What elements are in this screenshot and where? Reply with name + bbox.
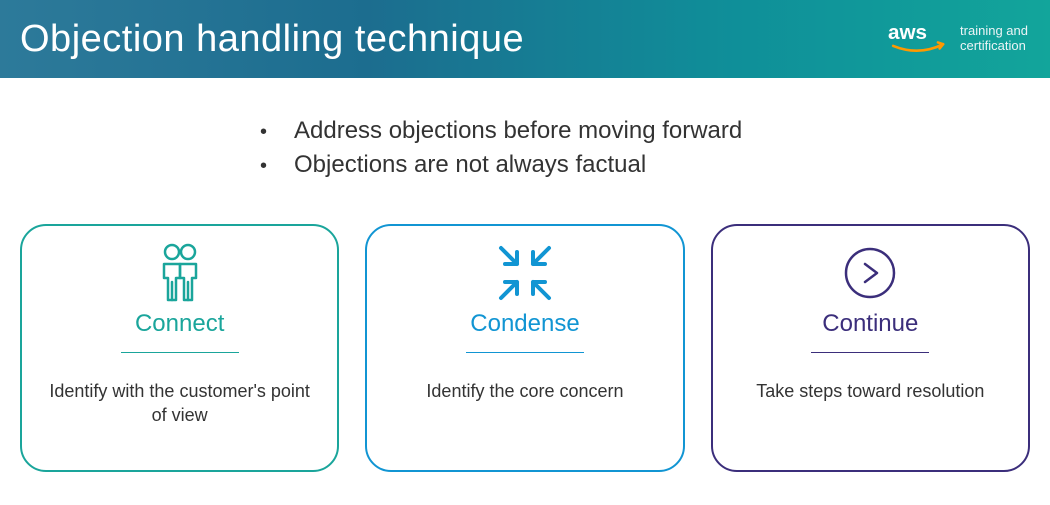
card-connect: Connect Identify with the customer's poi… — [20, 224, 339, 472]
bullet-item: Objections are not always factual — [260, 148, 1050, 182]
brand-line1: training and — [960, 24, 1028, 39]
svg-text:aws: aws — [888, 21, 927, 44]
aws-brand: aws training and certification — [888, 20, 1028, 58]
card-underline — [466, 352, 584, 353]
continue-circle-icon — [839, 242, 901, 304]
arrows-in-icon — [487, 242, 563, 304]
slide-header: Objection handling technique aws trainin… — [0, 0, 1050, 78]
brand-subtext: training and certification — [960, 24, 1028, 54]
slide-title: Objection handling technique — [20, 18, 524, 61]
card-continue-desc: Take steps toward resolution — [756, 379, 984, 403]
bullet-item: Address objections before moving forward — [260, 114, 1050, 148]
card-condense-desc: Identify the core concern — [426, 379, 623, 403]
people-pair-icon — [152, 242, 208, 304]
cards-row: Connect Identify with the customer's poi… — [0, 182, 1050, 472]
card-condense: Condense Identify the core concern — [365, 224, 684, 472]
bullet-list: Address objections before moving forward… — [260, 114, 1050, 182]
card-condense-title: Condense — [470, 310, 579, 338]
card-continue: Continue Take steps toward resolution — [711, 224, 1030, 472]
aws-logo-icon: aws — [888, 20, 950, 58]
card-underline — [811, 352, 929, 353]
brand-line2: certification — [960, 39, 1028, 54]
card-continue-title: Continue — [822, 310, 918, 338]
card-underline — [121, 352, 239, 353]
card-connect-title: Connect — [135, 310, 224, 338]
card-connect-desc: Identify with the customer's point of vi… — [44, 379, 315, 428]
